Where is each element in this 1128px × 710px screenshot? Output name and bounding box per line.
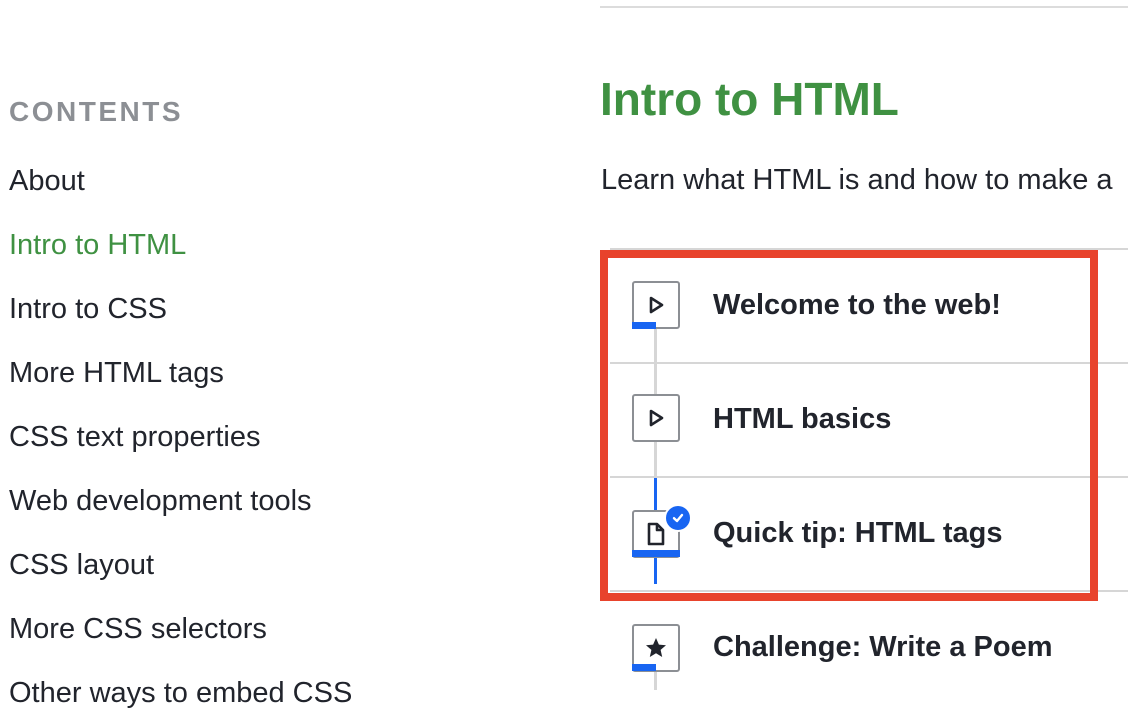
lesson-progress-bar [632, 322, 656, 329]
top-divider [600, 6, 1128, 8]
lesson-title: HTML basics [713, 403, 892, 435]
toc-item-more-html-tags[interactable]: More HTML tags [9, 356, 224, 390]
unit-description: Learn what HTML is and how to make a [601, 164, 1113, 196]
contents-heading: CONTENTS [9, 96, 183, 127]
lesson-row-html-basics[interactable]: HTML basics [600, 364, 1128, 476]
lesson-progress-bar [632, 664, 656, 671]
toc-item-css-layout[interactable]: CSS layout [9, 548, 154, 582]
toc-item-other-ways-to-embed-css[interactable]: Other ways to embed CSS [9, 676, 352, 710]
toc-item-css-text-properties[interactable]: CSS text properties [9, 420, 260, 454]
contents-sidebar: CONTENTS About Intro to HTML Intro to CS… [9, 0, 429, 709]
toc-item-intro-to-css[interactable]: Intro to CSS [9, 292, 167, 326]
lesson-title: Challenge: Write a Poem [713, 631, 1053, 663]
lesson-title: Quick tip: HTML tags [713, 517, 1003, 549]
completed-check-icon [664, 504, 692, 532]
lesson-title: Welcome to the web! [713, 289, 1001, 321]
toc-item-about[interactable]: About [9, 164, 85, 198]
page-title: Intro to HTML [600, 73, 899, 125]
lesson-list: Welcome to the web! HTML basics Quick ti… [600, 248, 1128, 690]
toc-item-web-development-tools[interactable]: Web development tools [9, 484, 312, 518]
lesson-row-challenge[interactable]: Challenge: Write a Poem [600, 592, 1128, 704]
toc-item-intro-to-html[interactable]: Intro to HTML [9, 228, 186, 262]
lesson-progress-bar [632, 550, 680, 557]
play-icon [632, 394, 680, 442]
lesson-row-welcome[interactable]: Welcome to the web! [600, 250, 1128, 362]
lesson-row-quick-tip[interactable]: Quick tip: HTML tags [600, 478, 1128, 590]
toc-item-more-css-selectors[interactable]: More CSS selectors [9, 612, 267, 646]
